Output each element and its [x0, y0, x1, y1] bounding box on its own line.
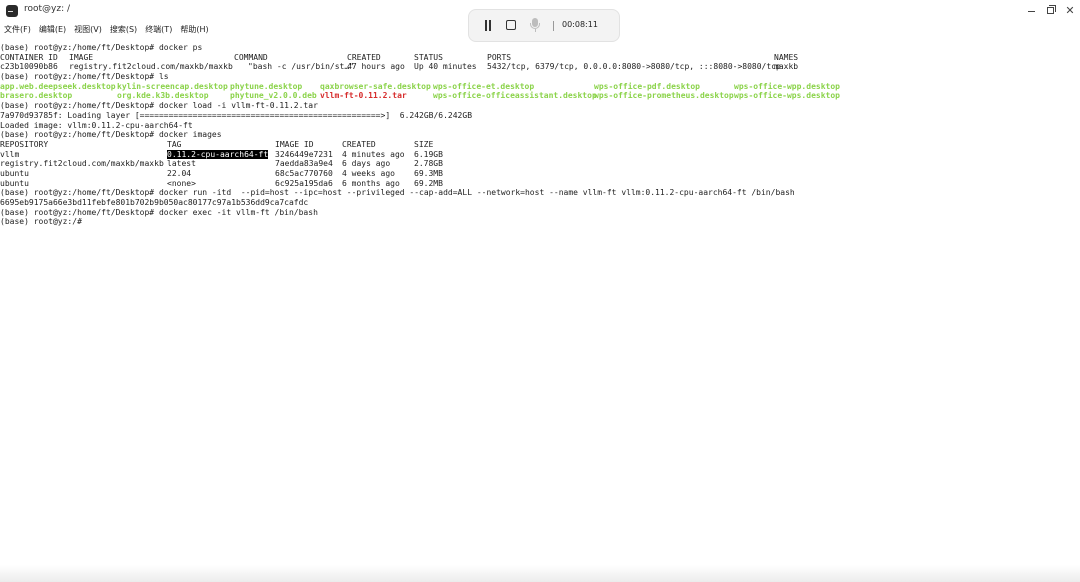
ls-file: qaxbrowser-safe.desktop	[320, 81, 431, 91]
images-row: ubuntu <none> 6c925a195da6 6 months ago …	[0, 179, 1080, 189]
ps-container-id: c23b10090b86	[0, 62, 58, 72]
ls-file: wps-office-wpp.desktop	[734, 81, 840, 91]
ps-col-command: COMMAND	[234, 52, 268, 62]
restore-icon-front	[1047, 7, 1054, 14]
menu-terminal[interactable]: 终端(T)	[141, 22, 176, 38]
ls-file: wps-office-wps.desktop	[734, 91, 840, 101]
images-col-tag: TAG	[167, 139, 182, 149]
ps-header-row: CONTAINER ID IMAGE COMMAND CREATED STATU…	[0, 53, 1080, 63]
terminal-line: 7a970d93785f: Loading layer [===========…	[0, 110, 473, 120]
ps-col-created: CREATED	[347, 52, 381, 62]
image-created: 6 months ago	[342, 178, 400, 188]
image-id: 68c5ac770760	[275, 168, 333, 178]
ls-file: wps-office-et.desktop	[433, 81, 535, 91]
ls-row: brasero.desktop org.kde.k3b.desktop phyt…	[0, 91, 1080, 101]
images-row: ubuntu 22.04 68c5ac770760 4 weeks ago 69…	[0, 169, 1080, 179]
terminal-line: (base) root@yz:/home/ft/Desktop# ls	[0, 72, 169, 82]
image-repository: ubuntu	[0, 178, 29, 188]
image-tag-selected: 0.11.2-cpu-aarch64-ft	[167, 149, 269, 160]
terminal-line: (base) root@yz:/home/ft/Desktop# docker …	[0, 207, 318, 217]
ps-col-image: IMAGE	[69, 52, 94, 62]
terminal-line: (base) root@yz:/home/ft/Desktop# docker …	[0, 130, 222, 140]
images-col-created: CREATED	[342, 139, 376, 149]
image-size: 2.78GB	[414, 159, 443, 169]
menu-search[interactable]: 搜索(S)	[106, 22, 141, 38]
images-col-repository: REPOSITORY	[0, 139, 49, 149]
images-col-image-id: IMAGE ID	[275, 139, 314, 149]
terminal-line: (base) root@yz:/home/ft/Desktop# docker …	[0, 101, 318, 111]
image-size: 69.3MB	[414, 168, 443, 178]
ps-ports: 5432/tcp, 6379/tcp, 0.0.0.0:8080->8080/t…	[487, 62, 781, 72]
maximize-button[interactable]	[1043, 3, 1059, 19]
menu-view[interactable]: 视图(V)	[70, 22, 106, 38]
image-tag: latest	[167, 159, 196, 169]
image-repository: vllm	[0, 149, 20, 159]
ps-col-ports: PORTS	[487, 52, 512, 62]
images-header-row: REPOSITORY TAG IMAGE ID CREATED SIZE	[0, 140, 1080, 150]
ls-file: app.web.deepseek.desktop	[0, 81, 116, 91]
image-repository: registry.fit2cloud.com/maxkb/maxkb	[0, 159, 164, 169]
recording-timer: 00:08:11	[562, 20, 598, 29]
image-id: 3246449e7231	[275, 149, 333, 159]
pause-icon[interactable]	[483, 20, 493, 31]
ls-row: app.web.deepseek.desktop kylin-screencap…	[0, 82, 1080, 92]
microphone-stem	[534, 29, 536, 32]
terminal-line: (base) root@yz:/home/ft/Desktop# docker …	[0, 43, 203, 52]
window-title: root@yz: /	[24, 4, 71, 14]
images-col-size: SIZE	[414, 139, 434, 149]
ps-status: Up 40 minutes	[414, 62, 477, 72]
ls-file: wps-office-officeassistant.desktop	[433, 91, 597, 101]
terminal-output[interactable]: (base) root@yz:/home/ft/Desktop# docker …	[0, 43, 1080, 563]
image-created: 4 minutes ago	[342, 149, 405, 159]
menu-help[interactable]: 帮助(H)	[176, 22, 212, 38]
image-id: 6c925a195da6	[275, 178, 333, 188]
ls-file: phytune_v2.0.0.deb	[230, 91, 317, 101]
screen-recorder-toolbar: 00:08:11	[468, 9, 620, 42]
ps-data-row: c23b10090b86 registry.fit2cloud.com/maxk…	[0, 62, 1080, 72]
image-size: 69.2MB	[414, 178, 443, 188]
stop-icon[interactable]	[506, 20, 516, 30]
terminal-line: Loaded image: vllm:0.11.2-cpu-aarch64-ft	[0, 120, 193, 130]
images-row: vllm 0.11.2-cpu-aarch64-ft 3246449e7231 …	[0, 149, 1080, 160]
image-created: 4 weeks ago	[342, 168, 395, 178]
terminal-line: (base) root@yz:/home/ft/Desktop# docker …	[0, 188, 795, 198]
terminal-icon	[6, 5, 18, 17]
image-size: 6.19GB	[414, 149, 443, 159]
images-row: registry.fit2cloud.com/maxkb/maxkb lates…	[0, 159, 1080, 169]
ps-command: "bash -c /usr/bin/st…"	[248, 62, 354, 72]
microphone-icon[interactable]	[529, 18, 541, 34]
ps-names: maxkb	[774, 62, 799, 72]
image-tag: 22.04	[167, 168, 192, 178]
menu-edit[interactable]: 编辑(E)	[35, 22, 70, 38]
ps-col-names: NAMES	[774, 52, 799, 62]
image-tag: <none>	[167, 178, 196, 188]
image-id: 7aedda83a9e4	[275, 159, 333, 169]
image-created: 6 days ago	[342, 159, 391, 169]
ls-file: org.kde.k3b.desktop	[117, 91, 209, 101]
ls-file: wps-office-pdf.desktop	[594, 81, 700, 91]
terminal-prompt: (base) root@yz:/#	[0, 217, 82, 227]
image-repository: ubuntu	[0, 168, 29, 178]
window-bottom-shadow	[0, 565, 1080, 582]
minimize-button[interactable]	[1024, 3, 1040, 19]
menu-file[interactable]: 文件(F)	[0, 22, 35, 38]
ps-col-container-id: CONTAINER ID	[0, 52, 58, 62]
ps-created: 47 hours ago	[347, 62, 405, 72]
close-icon: ✕	[1065, 4, 1075, 17]
minimize-icon	[1028, 11, 1035, 12]
terminal-line: 6695eb9175a66e3bd11febfe801b702b9b050ac8…	[0, 198, 309, 207]
close-button[interactable]: ✕	[1062, 3, 1078, 19]
ls-file-archive: vllm-ft-0.11.2.tar	[320, 91, 407, 101]
ps-image: registry.fit2cloud.com/maxkb/maxkb	[69, 62, 233, 72]
ps-col-status: STATUS	[414, 52, 443, 62]
ls-file: kylin-screencap.desktop	[117, 81, 228, 91]
ls-file: brasero.desktop	[0, 91, 73, 101]
recorder-divider	[553, 21, 554, 31]
ls-file: wps-office-prometheus.desktop	[594, 91, 734, 101]
ls-file: phytune.desktop	[230, 81, 303, 91]
